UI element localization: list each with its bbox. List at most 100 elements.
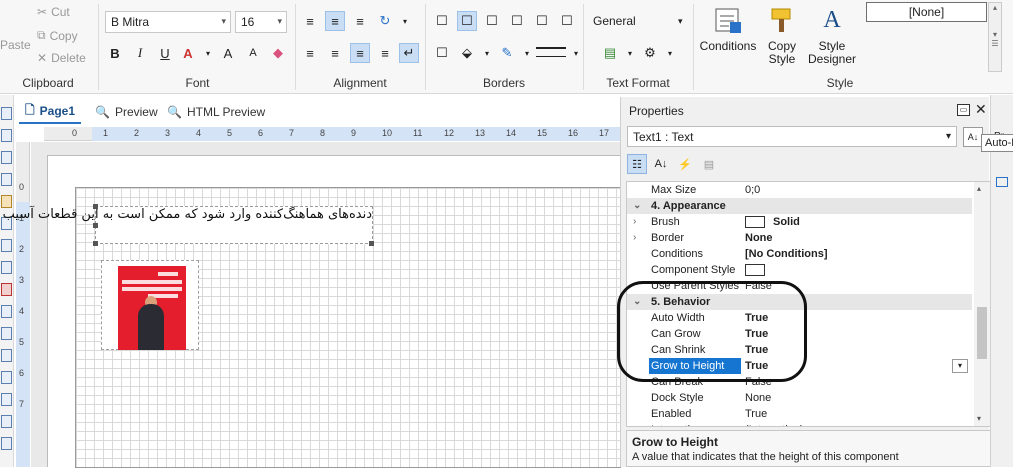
sort-alphabetical-icon[interactable]: A↓	[651, 154, 671, 174]
border-none-icon[interactable]: ☐	[557, 11, 577, 31]
toolbox-item-icon[interactable]	[1, 173, 12, 186]
dictionary-icon[interactable]	[996, 177, 1008, 187]
property-category[interactable]: ⌄ 4. Appearance	[627, 198, 972, 214]
property-row[interactable]: Auto Width True	[627, 310, 972, 326]
font-family-combo[interactable]: B Mitra ▾	[105, 11, 231, 33]
property-row[interactable]: › Brush Solid	[627, 214, 972, 230]
property-row[interactable]: Can Shrink True	[627, 342, 972, 358]
events-icon[interactable]: ⚡	[675, 154, 695, 174]
property-value[interactable]	[745, 262, 773, 278]
align-right-icon[interactable]: ≡	[350, 43, 370, 63]
property-value[interactable]: True	[745, 406, 767, 422]
chevron-down-icon[interactable]: ▾	[678, 16, 683, 27]
chevron-down-icon[interactable]: ▾	[660, 43, 680, 63]
tab-html-preview[interactable]: 🔍 HTML Preview	[161, 100, 271, 124]
property-value[interactable]: True	[745, 358, 768, 374]
collapse-chevron-icon[interactable]: ⌄	[633, 294, 641, 310]
toolbox-item-icon[interactable]	[1, 371, 12, 384]
toolbox-item-icon[interactable]	[1, 415, 12, 428]
property-value[interactable]: False	[745, 374, 772, 390]
property-row[interactable]: Conditions [No Conditions]	[627, 246, 972, 262]
property-value[interactable]: (Interaction)	[745, 422, 804, 426]
border-style-icon[interactable]	[536, 47, 566, 57]
chevron-down-icon[interactable]: ▾	[952, 359, 968, 373]
shrink-font-button[interactable]: A	[243, 43, 263, 63]
pin-icon[interactable]: ▭	[957, 104, 970, 116]
expand-chevron-icon[interactable]: ›	[633, 230, 636, 246]
categorized-icon[interactable]: ☷	[627, 154, 647, 174]
justify-icon[interactable]: ≡	[375, 43, 395, 63]
resize-handle[interactable]	[93, 223, 98, 228]
style-designer-button[interactable]: A Style Designer	[808, 4, 856, 66]
toolbox-item-icon[interactable]	[1, 129, 12, 142]
property-pages-icon[interactable]: ▤	[699, 154, 719, 174]
toolbox-item-icon[interactable]	[1, 261, 12, 274]
border-color-icon[interactable]: ✎	[497, 43, 517, 63]
align-top-icon[interactable]: ≡	[300, 11, 320, 31]
property-row[interactable]: Can Break False	[627, 374, 972, 390]
border-top-icon[interactable]: ☐	[482, 11, 502, 31]
chevron-down-icon[interactable]: ▾	[198, 43, 218, 63]
toolbox-item-icon[interactable]	[1, 437, 12, 450]
chevron-down-icon[interactable]: ▾	[620, 43, 640, 63]
scroll-down-icon[interactable]: ▾	[977, 414, 981, 423]
property-value[interactable]: [No Conditions]	[745, 246, 827, 262]
text-component[interactable]: دنده‌های هماهنگ‌کننده وارد شود که ممکن ا…	[0, 204, 374, 246]
border-bottom-icon[interactable]: ☐	[532, 11, 552, 31]
align-bottom-icon[interactable]: ≡	[350, 11, 370, 31]
format-number-icon[interactable]: ▤	[600, 43, 620, 63]
property-row[interactable]: Can Grow True	[627, 326, 972, 342]
align-center-icon[interactable]: ≡	[325, 43, 345, 63]
border-right-icon[interactable]: ☐	[507, 11, 527, 31]
scroll-up-icon[interactable]: ▴	[977, 184, 981, 193]
rotate-icon[interactable]: ↻	[375, 11, 395, 31]
paste-button[interactable]: Paste	[0, 38, 31, 52]
border-left-icon[interactable]: ☐	[457, 11, 477, 31]
property-row[interactable]: Component Style	[627, 262, 972, 278]
resize-handle[interactable]	[93, 204, 98, 209]
design-grid[interactable]: دنده‌های هماهنگ‌کننده وارد شود که ممکن ا…	[0, 187, 621, 468]
font-color-button[interactable]: A	[178, 43, 198, 63]
border-shadow-icon[interactable]: ☐	[432, 43, 452, 63]
sort-icon[interactable]: A↓	[963, 127, 983, 147]
conditions-button[interactable]: Conditions	[700, 4, 756, 53]
fill-color-icon[interactable]: ⬙	[457, 43, 477, 63]
property-value[interactable]: True	[745, 326, 768, 342]
property-row[interactable]: Max Size 0;0	[627, 182, 972, 198]
font-size-combo[interactable]: 16 ▾	[235, 11, 287, 33]
format-category-icon[interactable]: ⚙	[640, 43, 660, 63]
italic-button[interactable]: I	[130, 43, 150, 63]
border-all-icon[interactable]: ☐	[432, 11, 452, 31]
align-left-icon[interactable]: ≡	[300, 43, 320, 63]
chevron-down-icon[interactable]: ▾	[477, 43, 497, 63]
image-component[interactable]	[101, 260, 199, 350]
chevron-down-icon[interactable]: ▾	[517, 43, 537, 63]
property-value[interactable]: False	[745, 278, 772, 294]
property-value[interactable]: 0;0	[745, 182, 760, 198]
style-gallery-scroll[interactable]: ▴ ▾ ☰	[988, 2, 1002, 72]
copy-style-button[interactable]: Copy Style	[760, 4, 804, 66]
word-wrap-icon[interactable]: ↵	[399, 43, 419, 63]
underline-button[interactable]: U	[155, 43, 175, 63]
chevron-down-icon[interactable]: ▾	[395, 11, 415, 31]
property-grid-scrollbar[interactable]: ▴ ▾	[974, 182, 990, 426]
tab-preview[interactable]: 🔍 Preview	[89, 100, 164, 124]
grow-font-button[interactable]: A	[218, 43, 238, 63]
property-row[interactable]: Enabled True	[627, 406, 972, 422]
scroll-thumb[interactable]	[977, 307, 987, 359]
toolbox-item-icon[interactable]	[1, 327, 12, 340]
tab-page1[interactable]: 🗋 Page1	[19, 100, 82, 124]
close-icon[interactable]: ✕	[975, 101, 987, 118]
resize-handle[interactable]	[369, 241, 374, 246]
resize-handle[interactable]	[93, 241, 98, 246]
cut-button[interactable]: ✂ Cut	[37, 5, 70, 19]
property-category[interactable]: ⌄ 5. Behavior	[627, 294, 972, 310]
property-row[interactable]: › Border None	[627, 230, 972, 246]
property-row[interactable]: Dock Style None	[627, 390, 972, 406]
toolbox-item-icon[interactable]	[1, 349, 12, 362]
toolbox-item-icon[interactable]	[1, 393, 12, 406]
property-value[interactable]: None	[745, 390, 771, 406]
text-format-combo[interactable]: General	[593, 14, 636, 28]
toolbox-item-icon[interactable]	[1, 283, 12, 296]
copy-button[interactable]: ⧉ Copy	[37, 28, 78, 43]
